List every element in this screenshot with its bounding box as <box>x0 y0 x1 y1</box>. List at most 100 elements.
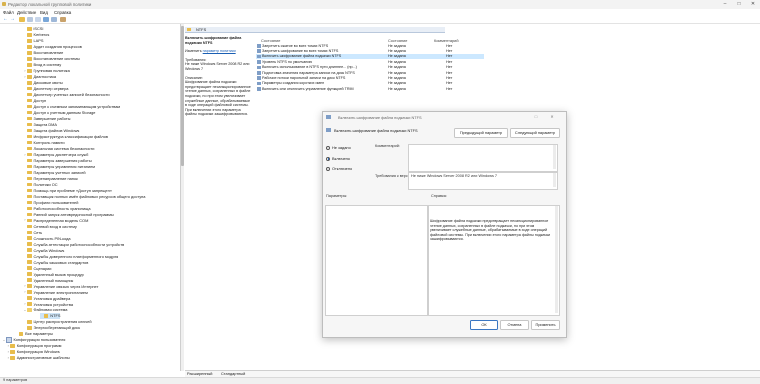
dialog-title: Включить шифрование файла подкачки NTFS <box>338 115 422 120</box>
setting-name: Уровень NTFS по умолчанию <box>262 59 313 64</box>
tree-item-label: Энергосберегающий диск <box>33 325 81 331</box>
minimize-icon[interactable]: – <box>718 0 732 9</box>
maximize-icon[interactable]: □ <box>732 0 746 9</box>
folder-header-label: NTFS <box>196 27 207 32</box>
dialog-maximize-icon[interactable]: □ <box>531 113 541 120</box>
setting-comment: Нет <box>446 70 453 75</box>
folder-icon <box>27 75 32 79</box>
tree-item-label: Сценарии <box>33 265 52 271</box>
ok-button[interactable]: ОК <box>470 320 498 330</box>
tree-item-label: Служба аттестации работоспособности устр… <box>33 241 125 247</box>
comment-scrollbar[interactable] <box>553 145 556 169</box>
setting-name: Рабочие потоки парольной записи на диск … <box>262 75 346 80</box>
filter-icon[interactable] <box>60 17 66 22</box>
folder-icon <box>27 326 32 330</box>
setting-title: Включить шифрование файла подкачки NTFS <box>185 36 242 45</box>
tree-item-label: Доступ к съемным запоминающим устройства… <box>33 104 121 110</box>
folder-icon <box>27 51 32 55</box>
close-icon[interactable]: ✕ <box>746 0 760 9</box>
forward-icon[interactable]: → <box>10 17 16 22</box>
show-tree-icon[interactable] <box>27 17 33 22</box>
menu-action[interactable]: Действие <box>17 10 36 15</box>
folder-icon <box>27 27 32 31</box>
setting-comment: Нет <box>446 81 453 86</box>
next-setting-button[interactable]: Следующий параметр <box>510 128 560 138</box>
tree-scrollbar-thumb[interactable] <box>181 26 184 166</box>
tree-item-label: Службы доверенного платформенного модуля <box>33 253 119 259</box>
folder-icon <box>27 134 32 139</box>
folder-icon <box>27 69 32 73</box>
folder-icon <box>27 266 32 270</box>
tree-item-label: Дисковые квоты <box>33 80 63 86</box>
folder-icon <box>27 33 32 37</box>
edit-policy-link[interactable]: параметр политики <box>203 49 236 53</box>
setting-name: Включить или отключить управление функци… <box>262 86 354 91</box>
setting-name: Запретить сжатие во всех томах NTFS <box>262 43 329 48</box>
back-icon[interactable]: ← <box>3 17 9 22</box>
menu-bar <box>0 9 760 16</box>
setting-icon <box>257 81 261 86</box>
setting-state: Не задана <box>388 75 406 80</box>
radio-circle-selected[interactable] <box>326 156 330 161</box>
tree-item-label: Параметры учетных записей <box>33 169 86 175</box>
folder-icon <box>27 170 32 175</box>
folder-icon <box>27 152 32 157</box>
folder-up-icon[interactable] <box>19 17 25 22</box>
tree-item[interactable]: › Административные шаблоны <box>6 355 70 361</box>
help-icon[interactable] <box>43 17 49 22</box>
tree-item-label: Восстановление <box>33 50 64 56</box>
tab-standard[interactable]: Стандартный <box>221 371 245 376</box>
folder-icon <box>27 164 32 169</box>
dialog-close-icon[interactable]: ✕ <box>547 113 557 120</box>
radio-disabled[interactable]: Отключено <box>326 166 352 171</box>
previous-setting-button[interactable]: Предыдущий параметр <box>454 128 508 138</box>
tab-extended[interactable]: Расширенный <box>187 371 212 376</box>
requirements-scrollbar[interactable] <box>553 173 556 187</box>
tree-item-label: Конфигурация программ <box>16 343 62 349</box>
setting-comment: Нет <box>446 65 453 70</box>
tree-item-label: Службы языковых стандартов <box>33 259 89 265</box>
folder-icon <box>27 206 32 211</box>
setting-icon <box>257 54 261 59</box>
radio-enabled[interactable]: Включено <box>326 156 350 161</box>
tree-item-label: Политики ОС <box>33 181 58 187</box>
description-text: Шифрование файла подкачки предотвращает … <box>185 80 251 117</box>
radio-circle[interactable] <box>326 166 330 171</box>
folder-icon <box>187 28 191 31</box>
comment-label: Комментарий: <box>375 144 400 148</box>
comment-textarea[interactable] <box>408 144 558 172</box>
folder-icon <box>27 230 32 234</box>
setting-state: Не задана <box>388 48 406 53</box>
menu-view[interactable]: Вид <box>40 10 48 15</box>
tree-item-label: Восстановление системы <box>33 56 80 62</box>
tree-item-label: Установка устройства <box>33 301 74 307</box>
cancel-button[interactable]: Отмена <box>500 320 529 330</box>
folder-icon <box>27 194 32 199</box>
folder-header <box>185 27 445 33</box>
apply-button[interactable]: Применить <box>531 320 560 330</box>
folder-icon <box>27 158 32 163</box>
folder-icon <box>27 248 32 252</box>
folder-icon <box>27 98 32 103</box>
properties-icon[interactable] <box>35 17 41 22</box>
menu-file[interactable]: Файл <box>3 10 14 15</box>
radio-not-set[interactable]: Не задано <box>326 145 351 150</box>
radio-circle[interactable] <box>326 145 330 150</box>
tree-item-label: Управление электропитанием <box>33 289 88 295</box>
help-scrollbar[interactable] <box>555 206 558 313</box>
export-icon[interactable] <box>51 17 57 22</box>
setting-name: Включить использование в NTFS пути длинн… <box>262 65 357 70</box>
edit-prefix: Изменить <box>185 49 202 54</box>
folder-icon <box>27 212 32 217</box>
folder-icon <box>27 242 32 246</box>
setting-icon <box>257 44 261 48</box>
tree-item-label: Административные шаблоны <box>16 355 70 361</box>
tree-item-label: Параметры управления питанием <box>33 163 95 169</box>
folder-icon <box>27 302 32 306</box>
folder-icon <box>27 290 32 294</box>
setting-row[interactable]: Включить или отключить управление функци… <box>256 86 484 91</box>
folder-icon <box>27 128 32 133</box>
menu-help[interactable]: Справка <box>54 10 71 15</box>
setting-icon <box>257 71 261 75</box>
folder-icon <box>27 236 32 240</box>
